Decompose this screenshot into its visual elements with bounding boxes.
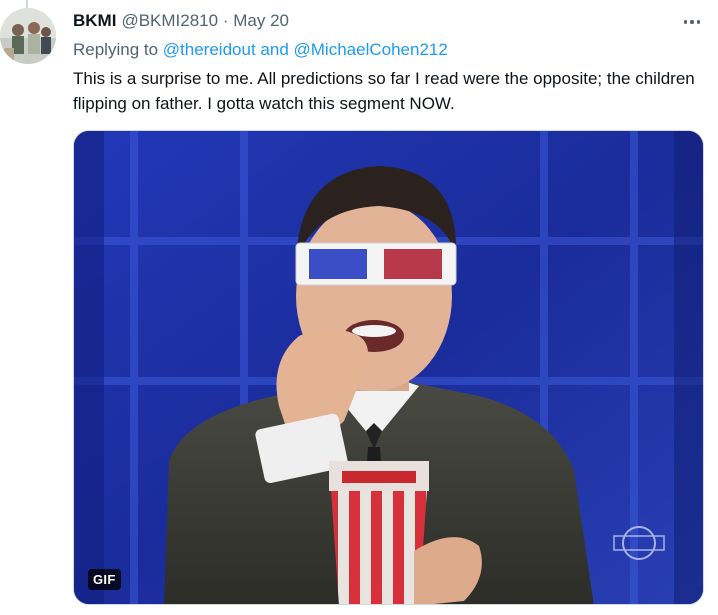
thread-connector-line	[26, 0, 28, 8]
tweet-text: This is a surprise to me. All prediction…	[73, 69, 695, 113]
mention-link[interactable]: @MichaelCohen212	[294, 40, 448, 59]
avatar[interactable]	[0, 8, 56, 64]
mention-joiner[interactable]: and	[260, 40, 288, 59]
mention-link[interactable]: @thereidout	[163, 40, 256, 59]
tweet-header: BKMI @BKMI2810 · May 20	[73, 8, 704, 34]
more-horizontal-icon[interactable]	[680, 12, 704, 32]
author-handle[interactable]: @BKMI2810	[121, 8, 218, 34]
gif-media[interactable]: GIF	[73, 130, 704, 605]
replying-prefix: Replying to	[73, 40, 159, 59]
tweet-date[interactable]: May 20	[233, 8, 289, 34]
tweet-content: BKMI @BKMI2810 · May 20 Replying to @the…	[73, 8, 704, 116]
author-name[interactable]: BKMI	[73, 8, 116, 34]
tweet[interactable]: BKMI @BKMI2810 · May 20 Replying to @the…	[0, 0, 718, 615]
gif-badge: GIF	[88, 569, 121, 590]
header-separator: ·	[222, 11, 229, 30]
replying-to: Replying to @thereidout and @MichaelCohe…	[73, 38, 704, 62]
